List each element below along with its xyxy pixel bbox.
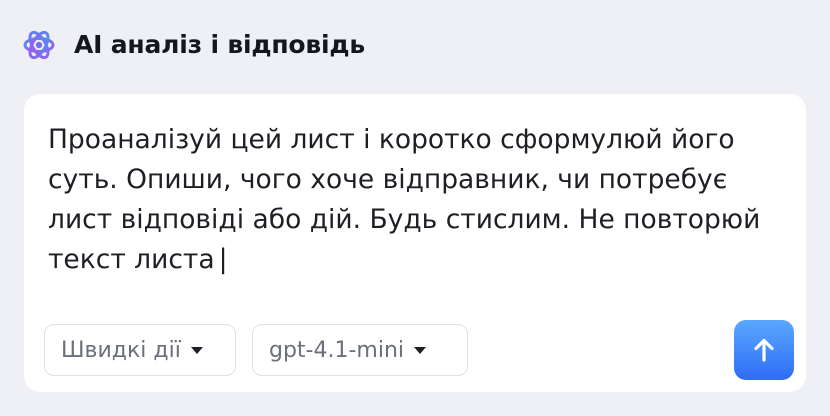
panel-title: AI аналіз і відповідь xyxy=(74,30,365,59)
quick-actions-label: Швидкі дії xyxy=(61,337,181,363)
model-label: gpt-4.1-mini xyxy=(269,337,405,363)
quick-actions-dropdown[interactable]: Швидкі дії xyxy=(44,324,236,376)
send-button[interactable] xyxy=(734,320,794,380)
model-select-dropdown[interactable]: gpt-4.1-mini xyxy=(252,324,468,376)
chevron-down-icon xyxy=(190,346,203,354)
chevron-down-icon xyxy=(414,346,427,354)
prompt-input[interactable]: Проаналізуй цей лист і коротко сформулюй… xyxy=(48,120,768,280)
prompt-composer: Проаналізуй цей лист і коротко сформулюй… xyxy=(24,94,806,392)
text-caret: | xyxy=(218,244,228,275)
prompt-text: Проаналізуй цей лист і коротко сформулюй… xyxy=(48,124,761,275)
arrow-up-icon xyxy=(754,338,774,362)
ai-panel: AI аналіз і відповідь Проаналізуй цей ли… xyxy=(0,0,830,416)
panel-header: AI аналіз і відповідь xyxy=(22,28,365,62)
ai-sparkle-icon xyxy=(23,30,55,60)
